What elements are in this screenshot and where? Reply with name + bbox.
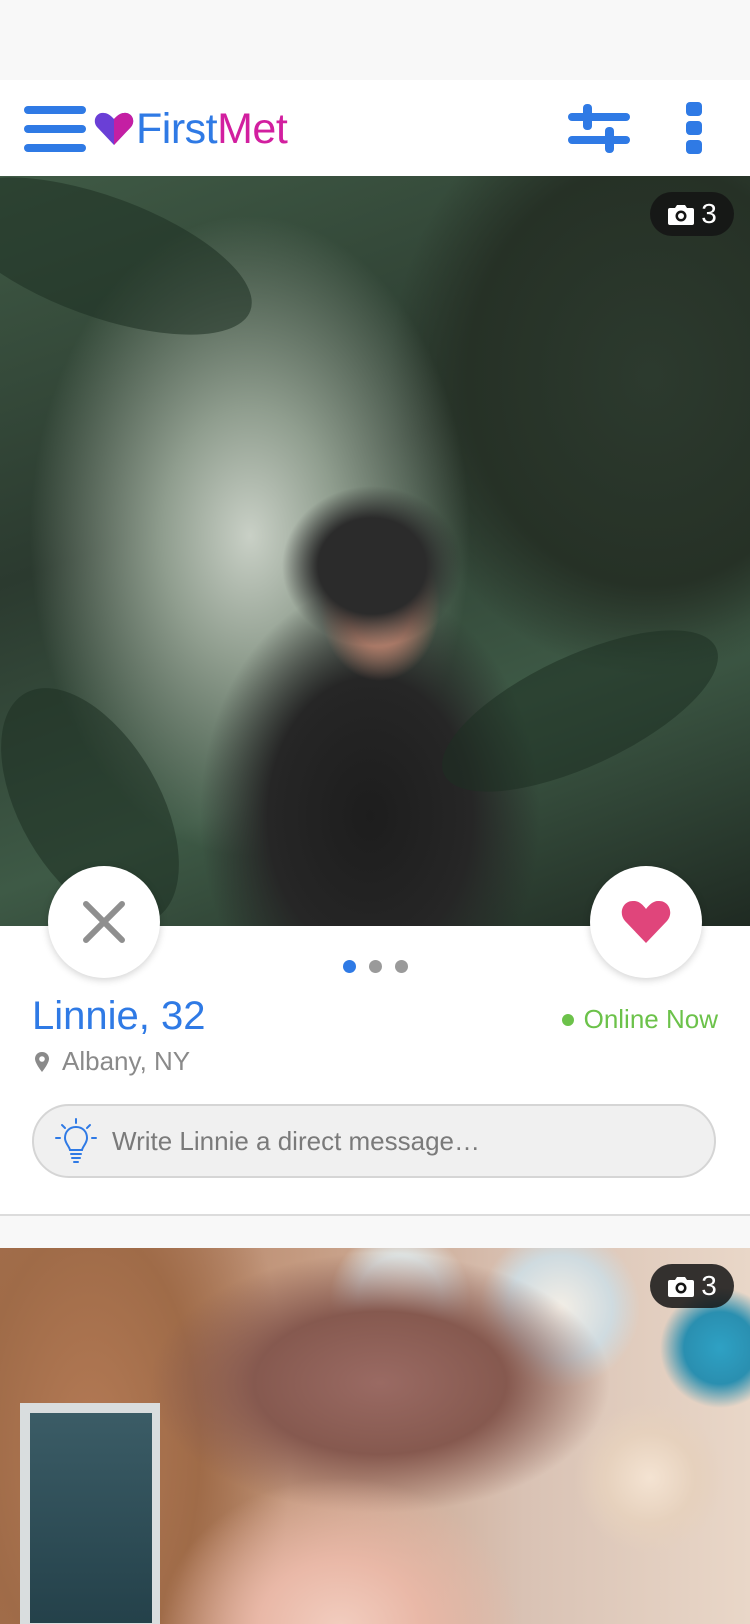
location-pin-icon [35,1051,49,1072]
profile-location: Albany, NY [34,1046,190,1077]
vertical-dots-icon [686,102,702,154]
photo-count: 3 [701,1270,717,1301]
photo-count-badge[interactable]: 3 [650,1264,734,1308]
direct-message-input[interactable]: Write Linnie a direct message… [32,1104,716,1178]
menu-button[interactable] [24,104,88,154]
more-options-button[interactable] [680,98,708,158]
message-placeholder: Write Linnie a direct message… [112,1125,481,1156]
profile-card: 3 [0,1248,750,1624]
photo-background-window [20,1403,160,1624]
photo-carousel-indicator [0,960,750,976]
profile-photo[interactable]: 3 [0,1248,750,1624]
online-status-text: Online Now [583,1004,718,1034]
photo-foliage [420,597,740,825]
photo-count-badge[interactable]: 3 [650,192,734,236]
profile-name-age[interactable]: Linnie, 32 [32,996,205,1036]
lightbulb-icon [55,1118,97,1163]
logo-text-first: First [136,104,218,153]
hamburger-menu-icon [24,106,86,152]
photo-foliage [0,176,271,368]
firstmet-logo[interactable]: First Met [94,104,288,154]
logo-text-met: Met [217,104,288,153]
camera-icon [668,205,695,225]
top-navigation-bar: First Met [0,80,750,176]
status-bar-area [0,0,750,80]
filter-button[interactable] [566,100,632,156]
profile-photo[interactable]: 3 [0,176,750,926]
photo-count: 3 [701,198,717,229]
heart-icon [621,900,671,943]
camera-icon [668,1277,695,1297]
sliders-icon [568,104,630,153]
carousel-dot[interactable] [368,960,382,973]
online-dot-icon [561,1013,574,1026]
carousel-dot-active[interactable] [342,960,356,973]
location-text: Albany, NY [62,1046,191,1076]
carousel-dot[interactable] [394,960,408,973]
logo-heart-icon [94,112,134,145]
profile-card: 3 Linnie, 32 Online Now Albany, NY Write… [0,176,750,1216]
close-icon [83,901,125,943]
online-status: Online Now [561,1004,718,1035]
